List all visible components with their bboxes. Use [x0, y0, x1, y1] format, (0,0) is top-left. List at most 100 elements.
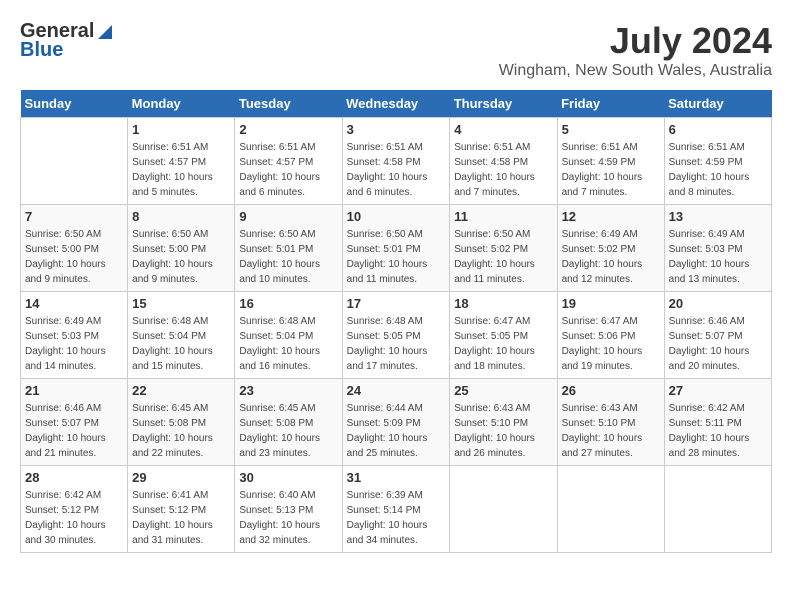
day-detail: Sunrise: 6:50 AMSunset: 5:00 PMDaylight:…	[25, 227, 123, 287]
calendar-cell: 5 Sunrise: 6:51 AMSunset: 4:59 PMDaylight…	[557, 118, 664, 205]
day-number: 24	[347, 383, 446, 398]
calendar-cell: 7 Sunrise: 6:50 AMSunset: 5:00 PMDaylight…	[21, 205, 128, 292]
day-number: 22	[132, 383, 230, 398]
day-detail: Sunrise: 6:48 AMSunset: 5:04 PMDaylight:…	[132, 314, 230, 374]
calendar-cell: 6 Sunrise: 6:51 AMSunset: 4:59 PMDaylight…	[664, 118, 771, 205]
logo-blue-text: Blue	[20, 39, 63, 62]
calendar-cell: 17 Sunrise: 6:48 AMSunset: 5:05 PMDayligh…	[342, 292, 450, 379]
day-header-sunday: Sunday	[21, 90, 128, 118]
day-detail: Sunrise: 6:51 AMSunset: 4:57 PMDaylight:…	[239, 140, 337, 200]
day-header-wednesday: Wednesday	[342, 90, 450, 118]
day-detail: Sunrise: 6:51 AMSunset: 4:57 PMDaylight:…	[132, 140, 230, 200]
day-detail: Sunrise: 6:51 AMSunset: 4:59 PMDaylight:…	[669, 140, 767, 200]
day-number: 5	[562, 122, 660, 137]
day-detail: Sunrise: 6:41 AMSunset: 5:12 PMDaylight:…	[132, 488, 230, 548]
day-detail: Sunrise: 6:48 AMSunset: 5:05 PMDaylight:…	[347, 314, 446, 374]
logo: General Blue	[20, 20, 114, 62]
day-number: 13	[669, 209, 767, 224]
day-detail: Sunrise: 6:43 AMSunset: 5:10 PMDaylight:…	[562, 401, 660, 461]
day-header-friday: Friday	[557, 90, 664, 118]
calendar-cell: 9 Sunrise: 6:50 AMSunset: 5:01 PMDaylight…	[235, 205, 342, 292]
day-number: 6	[669, 122, 767, 137]
calendar-table: SundayMondayTuesdayWednesdayThursdayFrid…	[20, 90, 772, 553]
day-detail: Sunrise: 6:49 AMSunset: 5:03 PMDaylight:…	[669, 227, 767, 287]
day-number: 18	[454, 296, 552, 311]
day-number: 29	[132, 470, 230, 485]
calendar-cell: 12 Sunrise: 6:49 AMSunset: 5:02 PMDayligh…	[557, 205, 664, 292]
calendar-cell: 11Sunrise: 6:50 AMSunset: 5:02 PMDayligh…	[450, 205, 557, 292]
day-detail: Sunrise: 6:51 AMSunset: 4:58 PMDaylight:…	[454, 140, 552, 200]
title-area: July 2024 Wingham, New South Wales, Aust…	[499, 20, 772, 80]
day-header-thursday: Thursday	[450, 90, 557, 118]
day-detail: Sunrise: 6:49 AMSunset: 5:03 PMDaylight:…	[25, 314, 123, 374]
day-number: 7	[25, 209, 123, 224]
calendar-cell: 13 Sunrise: 6:49 AMSunset: 5:03 PMDayligh…	[664, 205, 771, 292]
calendar-week-3: 14 Sunrise: 6:49 AMSunset: 5:03 PMDayligh…	[21, 292, 772, 379]
day-detail: Sunrise: 6:51 AMSunset: 4:59 PMDaylight:…	[562, 140, 660, 200]
day-number: 21	[25, 383, 123, 398]
day-number: 15	[132, 296, 230, 311]
day-number: 25	[454, 383, 552, 398]
day-detail: Sunrise: 6:40 AMSunset: 5:13 PMDaylight:…	[239, 488, 337, 548]
day-number: 2	[239, 122, 337, 137]
calendar-cell: 24 Sunrise: 6:44 AMSunset: 5:09 PMDayligh…	[342, 379, 450, 466]
day-header-saturday: Saturday	[664, 90, 771, 118]
day-detail: Sunrise: 6:50 AMSunset: 5:02 PMDaylight:…	[454, 227, 552, 287]
calendar-cell: 25 Sunrise: 6:43 AMSunset: 5:10 PMDayligh…	[450, 379, 557, 466]
day-number: 20	[669, 296, 767, 311]
calendar-cell: 14 Sunrise: 6:49 AMSunset: 5:03 PMDayligh…	[21, 292, 128, 379]
location: Wingham, New South Wales, Australia	[499, 62, 772, 80]
day-number: 12	[562, 209, 660, 224]
day-detail: Sunrise: 6:42 AMSunset: 5:11 PMDaylight:…	[669, 401, 767, 461]
logo-triangle-icon	[96, 23, 114, 41]
calendar-cell: 1 Sunrise: 6:51 AMSunset: 4:57 PMDaylight…	[128, 118, 235, 205]
calendar-cell: 16 Sunrise: 6:48 AMSunset: 5:04 PMDayligh…	[235, 292, 342, 379]
day-detail: Sunrise: 6:45 AMSunset: 5:08 PMDaylight:…	[132, 401, 230, 461]
day-detail: Sunrise: 6:49 AMSunset: 5:02 PMDaylight:…	[562, 227, 660, 287]
calendar-cell: 26 Sunrise: 6:43 AMSunset: 5:10 PMDayligh…	[557, 379, 664, 466]
page-header: General Blue July 2024 Wingham, New Sout…	[20, 20, 772, 80]
calendar-cell	[450, 466, 557, 553]
calendar-cell: 28Sunrise: 6:42 AMSunset: 5:12 PMDayligh…	[21, 466, 128, 553]
calendar-cell: 8Sunrise: 6:50 AMSunset: 5:00 PMDaylight…	[128, 205, 235, 292]
day-detail: Sunrise: 6:43 AMSunset: 5:10 PMDaylight:…	[454, 401, 552, 461]
day-detail: Sunrise: 6:47 AMSunset: 5:06 PMDaylight:…	[562, 314, 660, 374]
calendar-cell	[21, 118, 128, 205]
day-number: 26	[562, 383, 660, 398]
day-number: 28	[25, 470, 123, 485]
calendar-cell: 23Sunrise: 6:45 AMSunset: 5:08 PMDayligh…	[235, 379, 342, 466]
calendar-cell: 29 Sunrise: 6:41 AMSunset: 5:12 PMDayligh…	[128, 466, 235, 553]
calendar-cell: 18 Sunrise: 6:47 AMSunset: 5:05 PMDayligh…	[450, 292, 557, 379]
day-number: 17	[347, 296, 446, 311]
day-detail: Sunrise: 6:39 AMSunset: 5:14 PMDaylight:…	[347, 488, 446, 548]
day-detail: Sunrise: 6:46 AMSunset: 5:07 PMDaylight:…	[25, 401, 123, 461]
day-detail: Sunrise: 6:47 AMSunset: 5:05 PMDaylight:…	[454, 314, 552, 374]
day-number: 8	[132, 209, 230, 224]
day-number: 1	[132, 122, 230, 137]
calendar-cell: 3Sunrise: 6:51 AMSunset: 4:58 PMDaylight…	[342, 118, 450, 205]
day-number: 19	[562, 296, 660, 311]
calendar-cell: 19 Sunrise: 6:47 AMSunset: 5:06 PMDayligh…	[557, 292, 664, 379]
calendar-cell: 4 Sunrise: 6:51 AMSunset: 4:58 PMDaylight…	[450, 118, 557, 205]
day-detail: Sunrise: 6:46 AMSunset: 5:07 PMDaylight:…	[669, 314, 767, 374]
calendar-cell: 20 Sunrise: 6:46 AMSunset: 5:07 PMDayligh…	[664, 292, 771, 379]
day-detail: Sunrise: 6:45 AMSunset: 5:08 PMDaylight:…	[239, 401, 337, 461]
day-detail: Sunrise: 6:44 AMSunset: 5:09 PMDaylight:…	[347, 401, 446, 461]
day-header-tuesday: Tuesday	[235, 90, 342, 118]
calendar-week-1: 1 Sunrise: 6:51 AMSunset: 4:57 PMDaylight…	[21, 118, 772, 205]
day-number: 27	[669, 383, 767, 398]
day-number: 30	[239, 470, 337, 485]
day-number: 14	[25, 296, 123, 311]
calendar-cell	[557, 466, 664, 553]
month-title: July 2024	[499, 20, 772, 62]
day-number: 31	[347, 470, 446, 485]
calendar-week-5: 28Sunrise: 6:42 AMSunset: 5:12 PMDayligh…	[21, 466, 772, 553]
day-number: 4	[454, 122, 552, 137]
calendar-cell: 22 Sunrise: 6:45 AMSunset: 5:08 PMDayligh…	[128, 379, 235, 466]
day-detail: Sunrise: 6:50 AMSunset: 5:01 PMDaylight:…	[239, 227, 337, 287]
day-detail: Sunrise: 6:48 AMSunset: 5:04 PMDaylight:…	[239, 314, 337, 374]
day-detail: Sunrise: 6:50 AMSunset: 5:01 PMDaylight:…	[347, 227, 446, 287]
day-number: 16	[239, 296, 337, 311]
day-number: 9	[239, 209, 337, 224]
calendar-cell: 27 Sunrise: 6:42 AMSunset: 5:11 PMDayligh…	[664, 379, 771, 466]
